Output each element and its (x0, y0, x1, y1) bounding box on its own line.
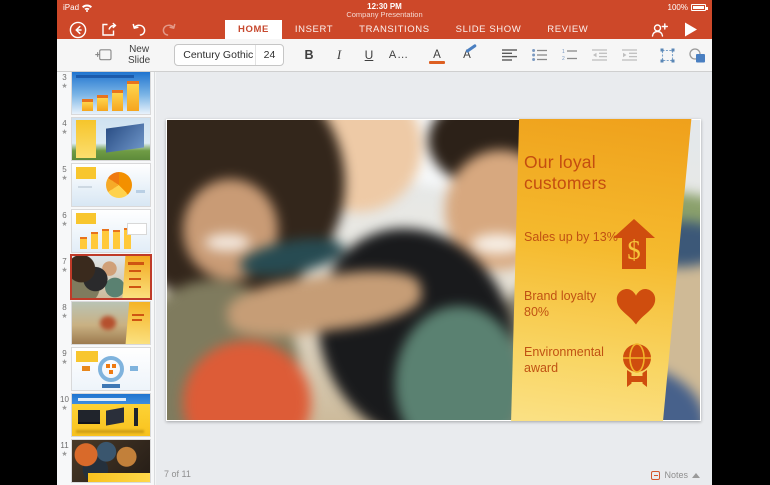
more-formatting-button[interactable]: A… (384, 42, 414, 68)
powerpoint-app: iPad 12:30 PM Company Presentation 100% (57, 0, 712, 485)
transition-star-icon: ★ (57, 128, 72, 138)
new-slide-icon (95, 48, 112, 62)
transition-star-icon: ★ (57, 266, 72, 276)
align-button[interactable] (494, 42, 524, 68)
bullet-list-icon (532, 49, 547, 61)
add-people-button[interactable] (651, 23, 668, 37)
tab-insert[interactable]: INSERT (282, 20, 346, 39)
numbering-button[interactable]: 12 (554, 42, 584, 68)
share-file-button[interactable] (101, 22, 117, 37)
slide-thumbnail-10[interactable]: 10★ (57, 394, 154, 436)
slide-bullet-award[interactable]: Environmental award (524, 344, 624, 377)
slide-thumbnail-4[interactable]: 4★ (57, 118, 154, 160)
slide-thumbnail-8[interactable]: 8★ (57, 302, 154, 344)
slide-number: 5 (57, 165, 72, 174)
indent-icon (622, 49, 637, 61)
notes-label: Notes (664, 470, 688, 480)
current-slide[interactable]: Our loyal customers Sales up by 13% $ Br… (166, 119, 701, 421)
text-effects-button[interactable]: A (452, 42, 482, 68)
redo-button[interactable] (161, 23, 177, 36)
editing-canvas: Our loyal customers Sales up by 13% $ Br… (156, 72, 712, 485)
transition-star-icon: ★ (57, 312, 72, 322)
tab-review[interactable]: REVIEW (534, 20, 601, 39)
shapes-icon (689, 48, 706, 63)
heart-icon (616, 289, 656, 325)
transition-star-icon: ★ (57, 82, 72, 92)
formatting-toolbar: New Slide Century Gothic 24 B I U A… A A (57, 39, 712, 72)
transition-star-icon: ★ (57, 358, 72, 368)
slide-counter: 7 of 11 (164, 469, 191, 479)
indent-button[interactable] (614, 42, 644, 68)
slide-thumbnail-panel[interactable]: 3★ 4★ 5★ 6★ 7★ (57, 72, 155, 485)
slide-thumbnail-6[interactable]: 6★ (57, 210, 154, 252)
slide-thumbnail-9[interactable]: 9★ (57, 348, 154, 390)
transition-star-icon: ★ (57, 404, 72, 414)
outdent-button[interactable] (584, 42, 614, 68)
outdent-icon (592, 49, 607, 61)
dollar-arrow-icon: $ (613, 219, 655, 269)
status-bar: iPad 12:30 PM Company Presentation 100% (57, 0, 712, 20)
battery-icon (691, 4, 706, 11)
slide-number: 8 (57, 303, 72, 312)
slide-bullet-loyalty[interactable]: Brand loyalty 80% (524, 288, 624, 321)
text-box-icon (660, 48, 675, 63)
ribbon-tab-bar: HOME INSERT TRANSITIONS SLIDE SHOW REVIE… (57, 20, 712, 39)
new-slide-button[interactable]: New Slide (95, 44, 160, 66)
align-left-icon (502, 49, 517, 61)
new-slide-label: New Slide (118, 44, 160, 66)
ipad-screen: iPad 12:30 PM Company Presentation 100% (0, 0, 770, 485)
shapes-button[interactable] (682, 42, 712, 68)
pen-stroke-icon (465, 44, 476, 53)
slide-number: 4 (57, 119, 72, 128)
italic-button[interactable]: I (324, 42, 354, 68)
font-controls: Century Gothic 24 (174, 44, 284, 66)
tab-transitions[interactable]: TRANSITIONS (346, 20, 442, 39)
slide-thumbnail-11[interactable]: 11★ (57, 440, 154, 482)
back-button[interactable] (69, 21, 87, 39)
notes-toggle[interactable]: Notes (651, 470, 700, 480)
slide-number: 7 (57, 257, 72, 266)
slide-thumbnail-7-selected[interactable]: 7★ (57, 256, 154, 298)
slide-thumbnail-3[interactable]: 3★ (57, 72, 154, 114)
font-size-field[interactable]: 24 (255, 45, 283, 65)
font-color-swatch (429, 61, 445, 65)
transition-star-icon: ★ (57, 220, 72, 230)
slide-number: 9 (57, 349, 72, 358)
font-name-field[interactable]: Century Gothic (175, 49, 255, 61)
underline-button[interactable]: U (354, 42, 384, 68)
slide-number: 3 (57, 73, 72, 82)
bullets-button[interactable] (524, 42, 554, 68)
ribbon-tabs: HOME INSERT TRANSITIONS SLIDE SHOW REVIE… (225, 20, 601, 39)
notes-icon (651, 471, 660, 480)
svg-text:2: 2 (562, 56, 565, 61)
svg-text:1: 1 (562, 49, 565, 55)
undo-button[interactable] (131, 23, 147, 36)
slide-thumbnail-5[interactable]: 5★ (57, 164, 154, 206)
slide-bullet-sales[interactable]: Sales up by 13% (524, 229, 624, 245)
slide-title[interactable]: Our loyal customers (524, 152, 659, 195)
battery-percent: 100% (668, 3, 688, 12)
text-box-button[interactable] (652, 42, 682, 68)
bold-button[interactable]: B (294, 42, 324, 68)
transition-star-icon: ★ (57, 450, 72, 460)
svg-text:$: $ (627, 235, 641, 265)
tab-slide-show[interactable]: SLIDE SHOW (443, 20, 535, 39)
slide-number: 10 (57, 395, 72, 404)
slide-number: 11 (57, 441, 72, 450)
slide-number: 6 (57, 211, 72, 220)
transition-star-icon: ★ (57, 174, 72, 184)
globe-award-icon (618, 343, 656, 389)
play-slideshow-button[interactable] (684, 22, 698, 37)
content-area: 3★ 4★ 5★ 6★ 7★ (57, 72, 712, 485)
font-color-button[interactable]: A (422, 42, 452, 68)
numbered-list-icon: 12 (562, 49, 577, 61)
chevron-up-icon (692, 473, 700, 478)
document-title: Company Presentation (57, 11, 712, 20)
tab-home[interactable]: HOME (225, 20, 282, 39)
